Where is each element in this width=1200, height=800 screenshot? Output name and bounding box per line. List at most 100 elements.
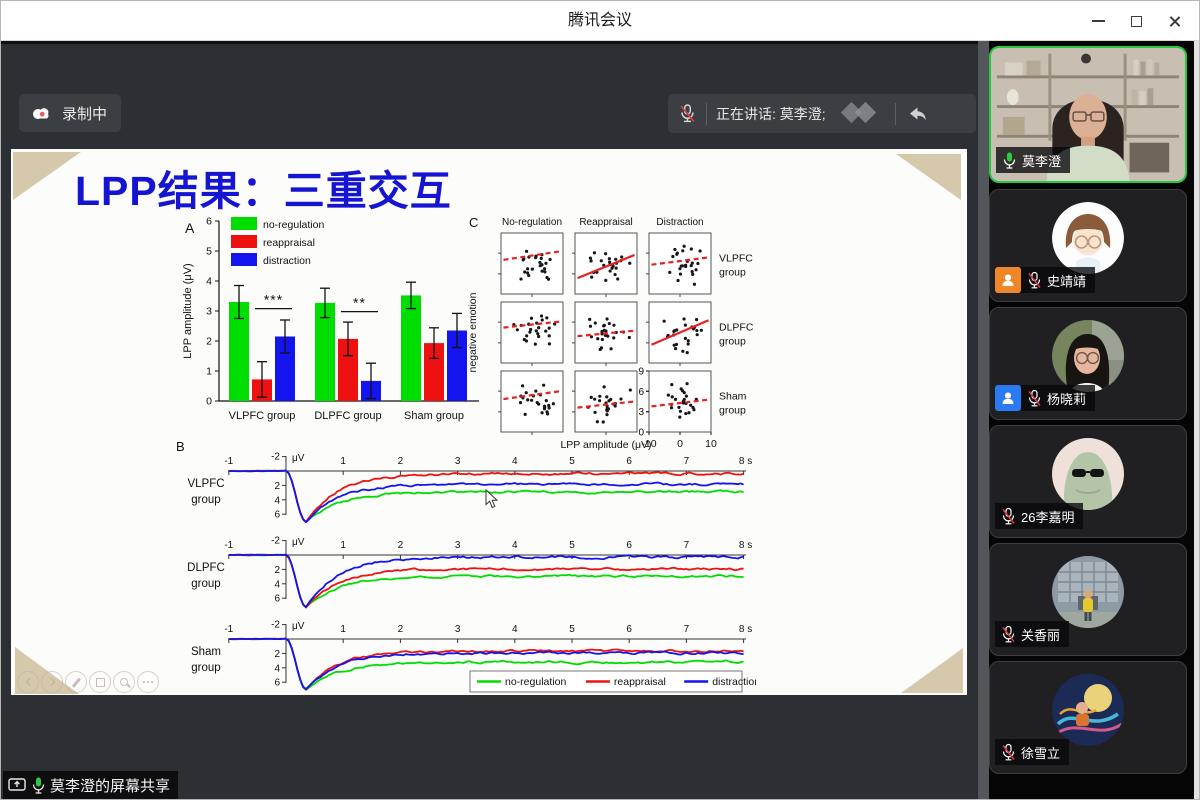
more-options-button[interactable]: [137, 671, 159, 693]
pen-tool-button[interactable]: [65, 671, 87, 693]
svg-text:5: 5: [569, 624, 575, 635]
svg-text:Sham: Sham: [719, 391, 747, 403]
participant-name: 莫李澄: [1022, 151, 1061, 170]
svg-text:3: 3: [455, 456, 461, 467]
participant-name: 26李嘉明: [1021, 507, 1074, 526]
share-banner: 莫李澄的屏幕共享: [3, 771, 178, 799]
close-button[interactable]: [1155, 1, 1193, 41]
participant-name: 徐雪立: [1021, 743, 1060, 762]
svg-text:distraction: distraction: [712, 676, 756, 688]
slide-title: LPP结果：三重交互: [75, 157, 452, 217]
next-slide-button[interactable]: [41, 671, 63, 693]
muted-mic-icon: [1027, 389, 1042, 408]
muted-mic-icon: [1001, 625, 1016, 644]
svg-text:4: 4: [274, 495, 280, 506]
reply-arrow-icon[interactable]: [905, 104, 927, 124]
svg-text:6: 6: [274, 510, 280, 521]
maximize-button[interactable]: [1117, 1, 1155, 41]
participant-nameplate: 杨晓莉: [995, 385, 1095, 411]
svg-text:4: 4: [512, 456, 518, 467]
host-badge-icon: [995, 267, 1021, 293]
svg-text:Sham group: Sham group: [404, 410, 464, 422]
tencent-meeting-window: 腾讯会议 录制中: [0, 0, 1200, 800]
scatter-grid-panel-c: CNo-regulationReappraisalDistractionnega…: [467, 213, 763, 451]
participant-tile[interactable]: 徐雪立: [989, 661, 1187, 774]
participant-nameplate: 关香丽: [995, 621, 1069, 647]
participant-tile[interactable]: 杨晓莉: [989, 307, 1187, 420]
participant-tile[interactable]: 莫李澄: [989, 46, 1187, 183]
pen-icon: [72, 677, 81, 687]
svg-text:6: 6: [274, 678, 280, 689]
svg-text:8 s: 8 s: [739, 624, 752, 635]
participant-name: 关香丽: [1021, 625, 1060, 644]
svg-text:Distraction: Distraction: [656, 217, 703, 228]
svg-text:1: 1: [340, 456, 346, 467]
participant-nameplate: 26李嘉明: [995, 503, 1083, 529]
svg-text:Sham: Sham: [191, 646, 221, 658]
svg-text:VLPFC: VLPFC: [187, 478, 224, 490]
svg-text:group: group: [719, 267, 746, 279]
svg-text:2: 2: [398, 456, 404, 467]
svg-text:C: C: [469, 215, 478, 230]
minimize-button[interactable]: [1079, 1, 1117, 41]
svg-text:group: group: [191, 662, 220, 674]
thumbnails-icon: [96, 678, 105, 687]
svg-text:6: 6: [274, 594, 280, 605]
avatar: [1052, 202, 1124, 274]
bar-chart-panel-a: A0123456LPP amplitude (μV)VLPFC groupDLP…: [179, 213, 481, 429]
slide-corner-decoration: [901, 648, 963, 693]
zoom-slide-button[interactable]: [113, 671, 135, 693]
svg-text:9: 9: [638, 367, 644, 378]
svg-text:1: 1: [340, 624, 346, 635]
svg-text:-1: -1: [224, 456, 233, 467]
titlebar: 腾讯会议: [1, 1, 1199, 41]
svg-text:3: 3: [638, 407, 644, 418]
slide-thumbnails-button[interactable]: [89, 671, 111, 693]
svg-text:4: 4: [512, 624, 518, 635]
previous-icon: [25, 678, 33, 686]
svg-text:-2: -2: [271, 620, 280, 631]
muted-mic-icon: [678, 103, 697, 124]
cohost-badge-icon: [995, 385, 1021, 411]
svg-text:4: 4: [512, 540, 518, 551]
screen-share-area: 录制中 正在讲话: 莫李澄;: [1, 41, 978, 800]
recording-indicator[interactable]: 录制中: [19, 94, 121, 132]
svg-text:2: 2: [398, 624, 404, 635]
svg-text:1: 1: [340, 540, 346, 551]
mouse-cursor: [485, 489, 499, 509]
svg-text:6: 6: [626, 624, 632, 635]
svg-text:group: group: [719, 336, 746, 348]
svg-text:0: 0: [206, 396, 212, 408]
svg-text:8 s: 8 s: [739, 456, 752, 467]
participant-tile[interactable]: 史靖靖: [989, 189, 1187, 302]
minimize-icon: [1092, 20, 1105, 22]
svg-text:-1: -1: [224, 624, 233, 635]
svg-text:7: 7: [684, 624, 690, 635]
presenter-toolbar: [17, 671, 159, 693]
svg-text:B: B: [176, 439, 185, 454]
svg-text:LPP amplitude (μV): LPP amplitude (μV): [182, 263, 194, 358]
divider: [706, 103, 707, 125]
previous-slide-button[interactable]: [17, 671, 39, 693]
sidebar-scrollbar[interactable]: [1194, 41, 1200, 800]
svg-text:-2: -2: [271, 452, 280, 463]
participant-tile[interactable]: 关香丽: [989, 543, 1187, 656]
muted-mic-icon: [1001, 743, 1016, 762]
participants-sidebar: 莫李澄: [989, 41, 1200, 800]
svg-text:reappraisal: reappraisal: [614, 676, 666, 688]
participant-tile[interactable]: 26李嘉明: [989, 425, 1187, 538]
slide-corner-decoration: [896, 154, 961, 200]
avatar: [1052, 438, 1124, 510]
svg-text:negative emotion: negative emotion: [467, 292, 479, 372]
svg-text:DLPFC: DLPFC: [187, 562, 225, 574]
next-icon: [46, 678, 54, 686]
svg-text:distraction: distraction: [263, 255, 311, 267]
svg-text:4: 4: [274, 663, 280, 674]
svg-text:**: **: [353, 295, 366, 311]
cloud-recording-icon: [29, 103, 53, 123]
svg-text:VLPFC: VLPFC: [719, 253, 753, 265]
mic-on-icon: [1002, 151, 1017, 170]
magnifier-icon: [120, 678, 128, 686]
speaking-label: 正在讲话: 莫李澄;: [716, 104, 826, 124]
recording-label: 录制中: [62, 103, 107, 124]
